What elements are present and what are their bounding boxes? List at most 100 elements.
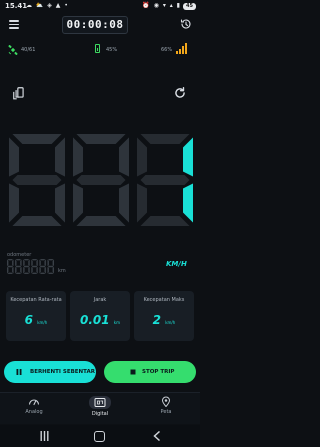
segment-f	[15, 259, 17, 267]
stat-card-average-speed: Kecepatan Rata-rata 6 km/h	[6, 291, 66, 341]
pause-icon	[16, 369, 22, 375]
segment-a	[140, 134, 190, 144]
signal-bars-icon	[176, 43, 187, 54]
home-icon[interactable]	[94, 431, 105, 442]
segment-g	[39, 265, 46, 268]
segment-c	[12, 266, 14, 274]
segment-f	[47, 259, 49, 267]
segment-c	[28, 266, 30, 274]
segment-e	[39, 266, 41, 274]
segment-d	[39, 272, 46, 274]
segment-g	[76, 175, 126, 185]
segment-g	[15, 265, 22, 268]
segment-d	[47, 272, 54, 274]
status-time: 15.41	[5, 2, 28, 10]
pause-button[interactable]: BERHENTI SEBENTAR	[4, 361, 96, 383]
segment-e	[15, 266, 17, 274]
stop-trip-button[interactable]: STOP TRIP	[104, 361, 196, 383]
segment-c	[20, 266, 22, 274]
odometer-value: 000000	[7, 258, 11, 259]
hamburger-icon[interactable]	[9, 20, 19, 29]
nav-label: Peta	[160, 409, 172, 415]
bottom-nav: Analog Digital Peta	[0, 392, 200, 424]
segment-g	[12, 175, 62, 185]
segment-d	[140, 216, 190, 226]
segment-g	[47, 265, 54, 268]
segment-e	[47, 266, 49, 274]
back-icon[interactable]	[153, 431, 161, 441]
digital-display-icon	[94, 398, 106, 407]
segment-c	[36, 266, 38, 274]
lit-segment	[76, 134, 126, 144]
signal-percent: 66%	[161, 47, 173, 53]
recent-apps-icon[interactable]	[40, 431, 49, 441]
segment-d	[7, 272, 14, 274]
stat-title: Kecepatan Maks	[143, 297, 185, 303]
segment-b	[20, 259, 22, 267]
segment-a	[7, 259, 14, 261]
segment-e	[137, 183, 147, 223]
lit-segment	[55, 183, 65, 223]
lit-segment	[119, 137, 129, 177]
segment-b	[36, 259, 38, 267]
trip-timer: 00:00:08	[62, 16, 128, 34]
lit-segment	[55, 137, 65, 177]
battery-percent: 45%	[106, 47, 118, 53]
notification-icons: ☁ ⛅ ◈ ▲ •	[26, 2, 69, 9]
digit-4	[39, 259, 46, 274]
system-status-icons: ⏰ ◉ ▾ ▴ ▮	[142, 2, 181, 9]
rotate-icon[interactable]	[173, 86, 187, 100]
stat-value: 6 km/h	[24, 313, 48, 327]
stat-value: 0.01 km	[79, 313, 120, 327]
digit-1	[15, 259, 22, 274]
nav-label: Digital	[91, 411, 109, 417]
nav-item-digital[interactable]: Digital	[80, 396, 120, 417]
nav-item-analog[interactable]: Analog	[14, 396, 54, 415]
stat-value: 2 km/h	[152, 313, 176, 327]
speed-display	[9, 134, 193, 226]
segment-a	[23, 259, 30, 261]
lit-segment	[12, 216, 62, 226]
digit-5	[47, 259, 54, 274]
segment-f	[31, 259, 33, 267]
segment-a	[15, 259, 22, 261]
segment-e	[23, 266, 25, 274]
segment-f	[23, 259, 25, 267]
speedometer-icon	[28, 399, 40, 406]
battery-icon	[95, 44, 100, 53]
segment-b	[52, 259, 54, 267]
satellite-count: 40/61	[21, 47, 36, 53]
speed-digits: 001	[7, 132, 9, 133]
segment-d	[31, 272, 38, 274]
segment-a	[31, 259, 38, 261]
lit-segment	[119, 183, 129, 223]
stat-title: Kecepatan Rata-rata	[10, 297, 62, 303]
segment-g	[23, 265, 30, 268]
nav-item-peta[interactable]: Peta	[146, 396, 186, 415]
satellite-icon	[8, 45, 18, 55]
map-pin-icon	[161, 396, 171, 407]
segment-b	[28, 259, 30, 267]
segment-f	[137, 137, 147, 177]
segment-c	[44, 266, 46, 274]
status-battery-icon: 45	[183, 3, 196, 10]
system-nav-bar	[0, 425, 200, 447]
lit-segment	[183, 183, 193, 223]
odometer-unit: km	[58, 268, 66, 274]
speed-unit: KM/H	[166, 260, 187, 268]
pause-button-label: BERHENTI SEBENTAR	[30, 369, 95, 375]
segment-a	[47, 259, 54, 261]
segment-b	[12, 259, 14, 267]
segment-b	[44, 259, 46, 267]
nav-label: Analog	[25, 409, 43, 415]
history-icon[interactable]	[180, 18, 192, 30]
status-bar: 15.41 ☁ ⛅ ◈ ▲ • ⏰ ◉ ▾ ▴ ▮ 45	[0, 0, 200, 13]
segment-f	[7, 259, 9, 267]
mirror-hud-icon[interactable]	[12, 86, 26, 100]
stat-card-max-speed: Kecepatan Maks 2 km/h	[134, 291, 194, 341]
lit-segment	[73, 137, 83, 177]
digit-3	[31, 259, 38, 274]
segment-e	[7, 266, 9, 274]
segment-a	[39, 259, 46, 261]
digit-0	[7, 259, 14, 274]
